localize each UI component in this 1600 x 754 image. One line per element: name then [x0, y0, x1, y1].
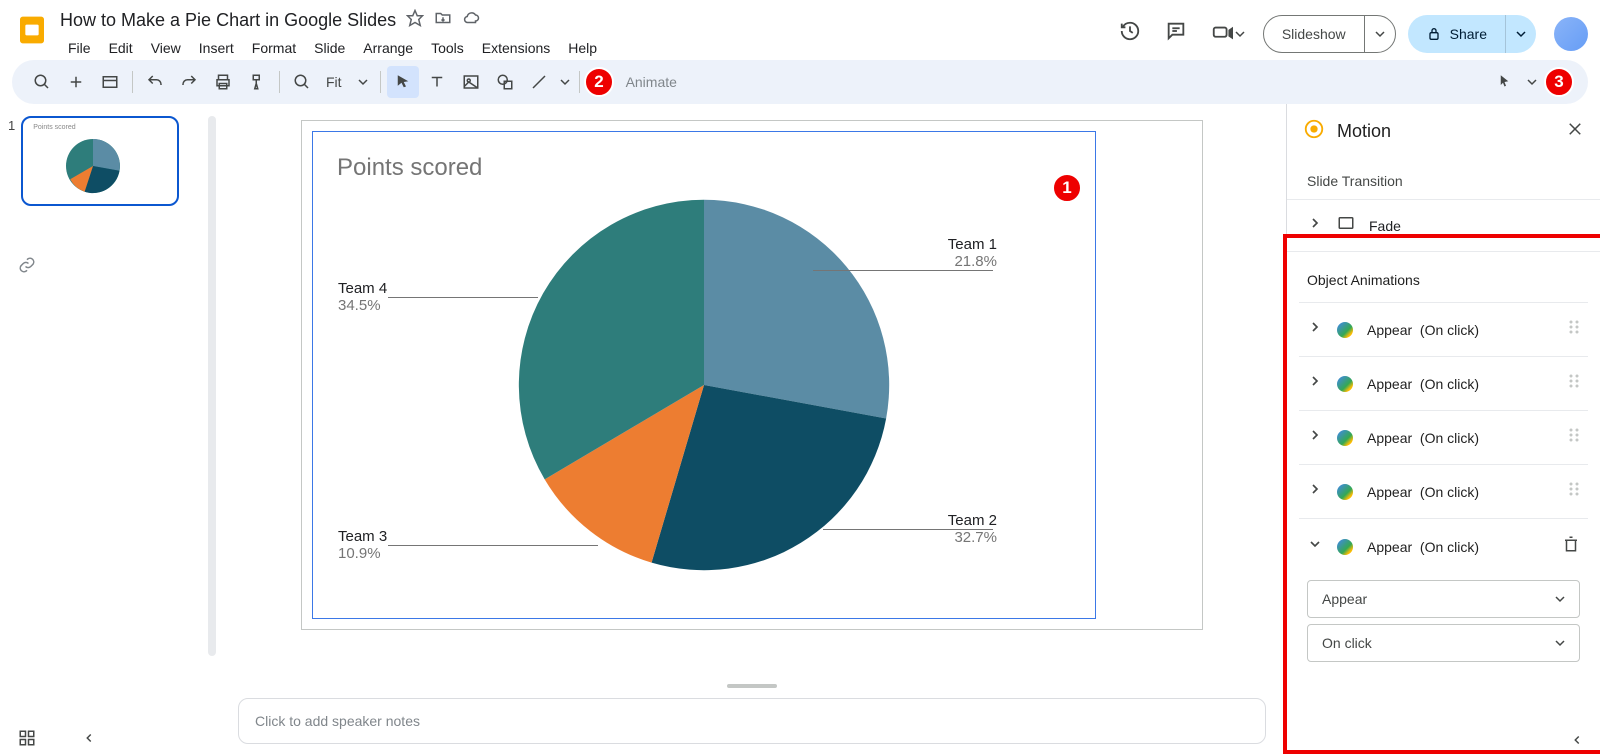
- shape-icon[interactable]: [489, 66, 521, 98]
- user-avatar[interactable]: [1554, 17, 1588, 51]
- annotation-badge-3: 3: [1544, 67, 1574, 97]
- filmstrip-scrollbar[interactable]: [208, 116, 216, 656]
- chevron-right-icon: [1307, 215, 1323, 236]
- drag-handle-icon[interactable]: [1568, 427, 1580, 448]
- present-icon[interactable]: [1205, 17, 1251, 51]
- leader-line: [388, 545, 598, 546]
- paint-format-icon[interactable]: [241, 66, 273, 98]
- slide-canvas[interactable]: Points scored: [301, 120, 1203, 630]
- slideshow-button[interactable]: Slideshow: [1263, 15, 1396, 53]
- animation-row[interactable]: Appear (On click): [1299, 356, 1588, 410]
- menu-arrange[interactable]: Arrange: [355, 36, 421, 60]
- layout-icon[interactable]: [94, 66, 126, 98]
- annotation-badge-1: 1: [1052, 173, 1082, 203]
- motion-panel-title: Motion: [1337, 121, 1554, 142]
- chart-label-team4: Team 434.5%: [338, 280, 387, 314]
- chart-label-team3: Team 310.9%: [338, 528, 387, 562]
- expand-panel-icon[interactable]: [1570, 733, 1584, 752]
- slide-number: 1: [8, 118, 15, 742]
- menu-edit[interactable]: Edit: [101, 36, 141, 60]
- menu-slide[interactable]: Slide: [306, 36, 353, 60]
- slide-transition-icon: [1337, 214, 1355, 237]
- animation-object-icon: [1337, 539, 1353, 555]
- history-icon[interactable]: [1113, 14, 1147, 53]
- print-icon[interactable]: [207, 66, 239, 98]
- chevron-icon: [1307, 319, 1323, 340]
- menu-file[interactable]: File: [60, 36, 99, 60]
- slide-transition-label: Slide Transition: [1287, 159, 1600, 199]
- animation-row[interactable]: Appear (On click): [1299, 410, 1588, 464]
- filmstrip: 1 Points scored: [0, 104, 218, 754]
- transition-row[interactable]: Fade: [1287, 199, 1600, 252]
- redo-icon[interactable]: [173, 66, 205, 98]
- animation-row[interactable]: Appear (On click): [1299, 302, 1588, 356]
- leader-line: [813, 270, 993, 271]
- motion-icon: [1303, 118, 1325, 145]
- line-icon[interactable]: [523, 66, 555, 98]
- undo-icon[interactable]: [139, 66, 171, 98]
- annotation-badge-2: 2: [584, 67, 614, 97]
- image-icon[interactable]: [455, 66, 487, 98]
- chevron-icon: [1307, 536, 1323, 557]
- speaker-notes[interactable]: Click to add speaker notes: [238, 698, 1266, 744]
- menu-bar: File Edit View Insert Format Slide Arran…: [60, 36, 1113, 60]
- animation-object-icon: [1337, 430, 1353, 446]
- menu-format[interactable]: Format: [244, 36, 304, 60]
- cloud-status-icon[interactable]: [462, 9, 480, 32]
- cursor-dropdown-icon[interactable]: [1524, 66, 1540, 98]
- animation-object-icon: [1337, 484, 1353, 500]
- drag-handle-icon[interactable]: [1568, 319, 1580, 340]
- menu-help[interactable]: Help: [560, 36, 605, 60]
- motion-panel: Motion Slide Transition Fade Object Anim…: [1286, 104, 1600, 754]
- chevron-icon: [1307, 481, 1323, 502]
- chart-label-team2: Team 232.7%: [948, 512, 997, 546]
- comment-icon[interactable]: [1159, 14, 1193, 53]
- menu-view[interactable]: View: [143, 36, 189, 60]
- notes-resize-handle[interactable]: [727, 684, 777, 688]
- prev-slide-icon[interactable]: [82, 731, 96, 750]
- menu-insert[interactable]: Insert: [191, 36, 242, 60]
- doc-title[interactable]: How to Make a Pie Chart in Google Slides: [60, 10, 396, 31]
- chart-label-team1: Team 121.8%: [948, 236, 997, 270]
- new-slide-icon[interactable]: [60, 66, 92, 98]
- grid-view-icon[interactable]: [18, 729, 36, 752]
- close-icon[interactable]: [1566, 120, 1584, 143]
- object-animations-label: Object Animations: [1299, 264, 1588, 302]
- chart-object[interactable]: Points scored: [312, 131, 1096, 619]
- chevron-icon: [1307, 427, 1323, 448]
- drag-handle-icon[interactable]: [1568, 373, 1580, 394]
- menu-tools[interactable]: Tools: [423, 36, 472, 60]
- line-dropdown-icon[interactable]: [557, 66, 573, 98]
- animate-label[interactable]: Animate: [626, 74, 677, 90]
- animation-object-icon: [1337, 322, 1353, 338]
- delete-icon[interactable]: [1562, 535, 1580, 558]
- trigger-select[interactable]: On click: [1307, 624, 1580, 662]
- cursor-collab-icon[interactable]: [1490, 66, 1522, 98]
- move-folder-icon[interactable]: [434, 9, 452, 32]
- slideshow-dropdown[interactable]: [1364, 16, 1395, 52]
- animation-row[interactable]: Appear (On click): [1299, 518, 1588, 574]
- animation-row[interactable]: Appear (On click): [1299, 464, 1588, 518]
- linked-objects-icon[interactable]: [18, 256, 36, 279]
- chevron-icon: [1307, 373, 1323, 394]
- zoom-icon[interactable]: [286, 66, 318, 98]
- menu-extensions[interactable]: Extensions: [474, 36, 558, 60]
- textbox-icon[interactable]: [421, 66, 453, 98]
- slide-thumbnail[interactable]: Points scored: [21, 116, 179, 206]
- share-dropdown[interactable]: [1505, 15, 1536, 53]
- share-button[interactable]: Share: [1408, 15, 1536, 53]
- effect-select[interactable]: Appear: [1307, 580, 1580, 618]
- select-tool-icon[interactable]: [387, 66, 419, 98]
- toolbar: Fit Animate 2 3: [12, 60, 1588, 104]
- slides-logo[interactable]: [12, 10, 52, 50]
- drag-handle-icon[interactable]: [1568, 481, 1580, 502]
- zoom-select[interactable]: Fit: [320, 74, 374, 90]
- animation-object-icon: [1337, 376, 1353, 392]
- star-icon[interactable]: [406, 9, 424, 32]
- pie-chart: [509, 190, 899, 580]
- chart-title: Points scored: [337, 154, 482, 182]
- leader-line: [388, 297, 538, 298]
- search-icon[interactable]: [26, 66, 58, 98]
